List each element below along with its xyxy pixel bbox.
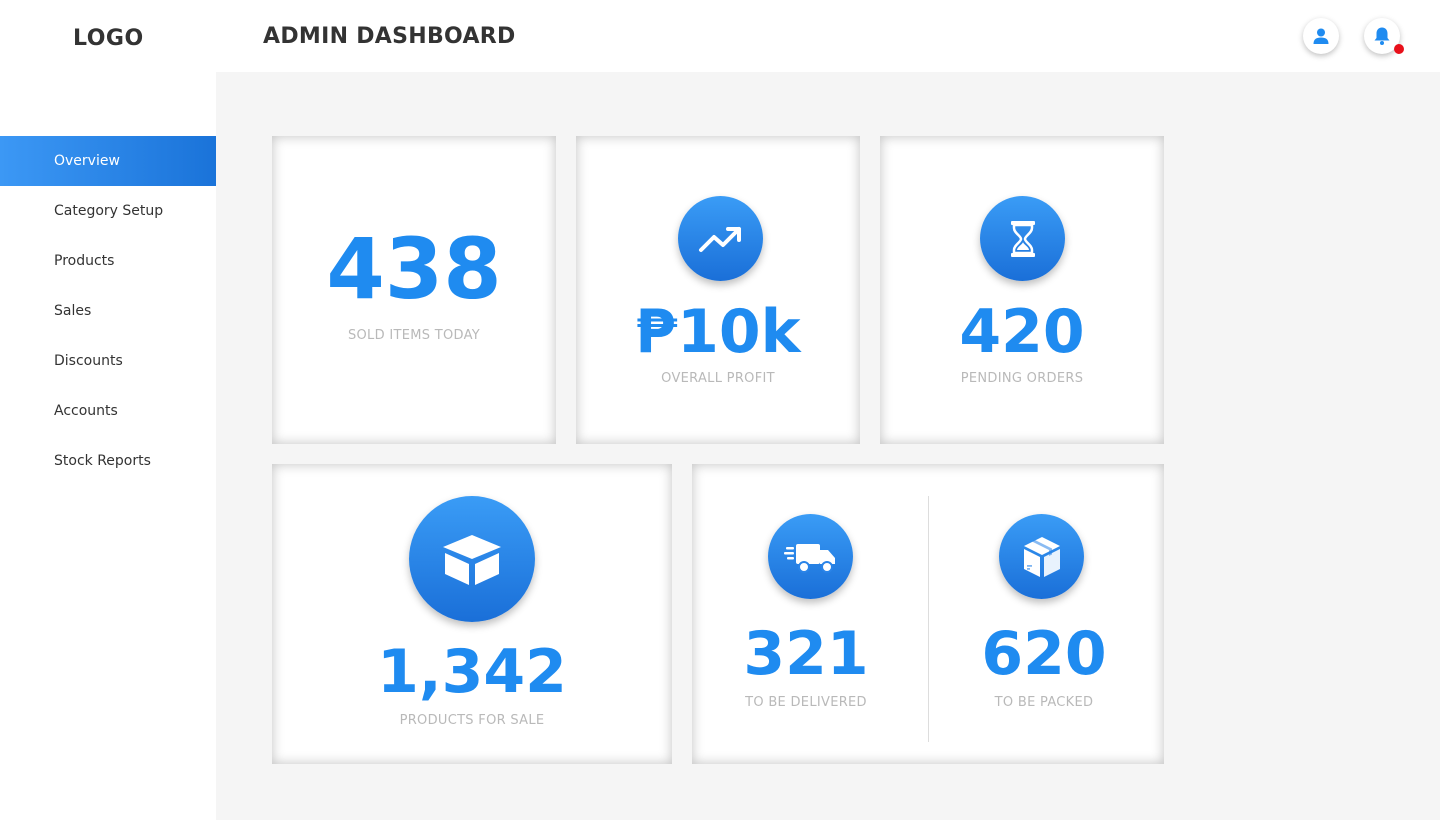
notifications-button[interactable] <box>1364 18 1404 54</box>
sold-items-value: 438 <box>326 220 502 318</box>
hourglass-icon <box>1010 220 1035 257</box>
sidebar-item-label: Products <box>54 253 115 269</box>
delivery-truck-icon <box>783 543 835 573</box>
to-be-packed-section[interactable]: 620 TO BE PACKED <box>928 464 1164 764</box>
sidebar-item-discounts[interactable]: Discounts <box>0 336 216 386</box>
sidebar-item-category-setup[interactable]: Category Setup <box>0 186 216 236</box>
sold-items-card[interactable]: 438 SOLD ITEMS TODAY <box>272 136 556 444</box>
sidebar-item-sales[interactable]: Sales <box>0 286 216 336</box>
notification-badge <box>1394 44 1404 54</box>
sidebar: Overview Category Setup Products Sales D… <box>0 72 216 820</box>
pending-orders-card[interactable]: 420 PENDING ORDERS <box>880 136 1164 444</box>
products-for-sale-label: PRODUCTS FOR SALE <box>399 713 545 728</box>
profit-icon-circle <box>678 196 763 281</box>
pending-orders-value: 420 <box>959 297 1085 367</box>
sidebar-item-overview[interactable]: Overview <box>0 136 216 186</box>
sidebar-item-label: Sales <box>54 303 92 319</box>
sidebar-item-label: Overview <box>54 153 120 169</box>
page-title: ADMIN DASHBOARD <box>263 24 516 49</box>
top-header: LOGO ADMIN DASHBOARD <box>0 0 1440 72</box>
sidebar-item-label: Discounts <box>54 353 123 369</box>
sidebar-item-accounts[interactable]: Accounts <box>0 386 216 436</box>
sidebar-item-label: Category Setup <box>54 203 164 219</box>
products-for-sale-card[interactable]: 1,342 PRODUCTS FOR SALE <box>272 464 672 764</box>
trending-up-icon <box>698 226 741 252</box>
user-profile-button[interactable] <box>1303 18 1339 54</box>
pending-icon-circle <box>980 196 1065 281</box>
sidebar-item-label: Stock Reports <box>54 453 151 469</box>
main-content: 438 SOLD ITEMS TODAY ₱10k OVERALL PROFIT… <box>216 72 1440 820</box>
package-icon-circle <box>999 514 1084 599</box>
pending-orders-label: PENDING ORDERS <box>960 371 1084 386</box>
overall-profit-label: OVERALL PROFIT <box>661 371 775 386</box>
sidebar-item-stock-reports[interactable]: Stock Reports <box>0 436 216 486</box>
package-icon <box>1023 536 1060 577</box>
to-be-delivered-section[interactable]: 321 TO BE DELIVERED <box>692 464 928 764</box>
bell-icon <box>1374 27 1390 45</box>
overall-profit-card[interactable]: ₱10k OVERALL PROFIT <box>576 136 860 444</box>
open-box-icon <box>443 535 501 585</box>
sidebar-item-products[interactable]: Products <box>0 236 216 286</box>
delivery-icon-circle <box>768 514 853 599</box>
to-be-packed-value: 620 <box>981 619 1107 689</box>
sidebar-item-label: Accounts <box>54 403 118 419</box>
sold-items-label: SOLD ITEMS TODAY <box>347 328 481 343</box>
to-be-delivered-value: 321 <box>743 619 869 689</box>
to-be-delivered-label: TO BE DELIVERED <box>745 695 867 710</box>
overall-profit-value: ₱10k <box>635 297 801 367</box>
logo[interactable]: LOGO <box>73 26 144 51</box>
products-icon-circle <box>409 496 535 622</box>
to-be-packed-label: TO BE PACKED <box>994 695 1094 710</box>
shipping-status-card[interactable]: 321 TO BE DELIVERED 620 TO BE PACKED <box>692 464 1164 764</box>
user-icon <box>1313 28 1329 44</box>
products-for-sale-value: 1,342 <box>377 637 567 707</box>
